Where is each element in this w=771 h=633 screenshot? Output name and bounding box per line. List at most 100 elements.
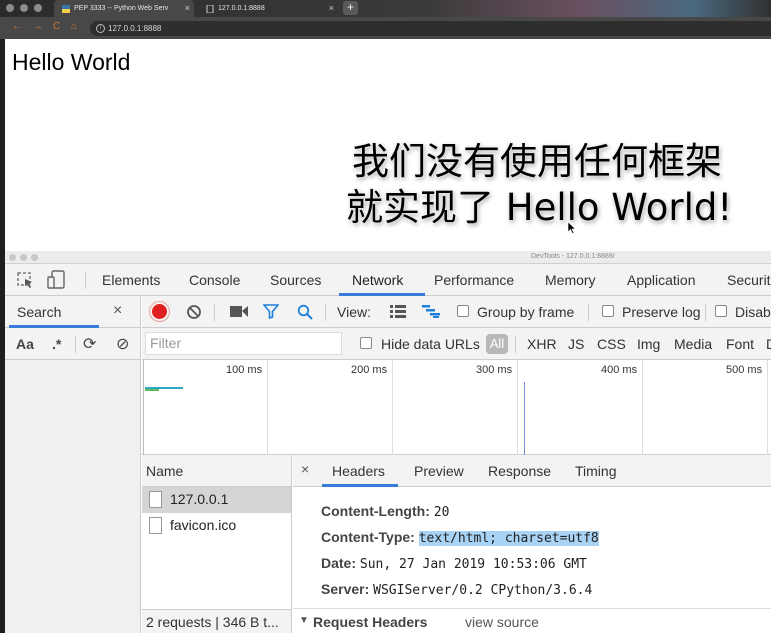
name-column-label: Name: [146, 463, 184, 479]
search-icon[interactable]: [297, 304, 313, 320]
search-tab[interactable]: Search: [17, 304, 61, 320]
header-value: WSGIServer/0.2 CPython/3.6.4: [373, 583, 593, 598]
window-close-button[interactable]: [6, 4, 14, 12]
device-toolbar-icon[interactable]: [47, 270, 67, 290]
toolbar-divider: [705, 304, 706, 321]
filter-type-all[interactable]: All: [486, 334, 508, 354]
toolbar-divider: [325, 304, 326, 321]
request-headers-title[interactable]: Request Headers: [313, 614, 427, 630]
network-overview-timeline[interactable]: 100 ms 200 ms 300 ms 400 ms 500 ms: [142, 360, 771, 455]
filter-funnel-icon[interactable]: [263, 304, 279, 319]
video-subtitle-line-2: 就实现了 Hello World!: [346, 186, 733, 229]
filter-input[interactable]: Filter: [145, 332, 342, 355]
request-row[interactable]: 127.0.0.1: [142, 487, 291, 513]
timeline-tick-label: 100 ms: [226, 364, 263, 376]
address-bar[interactable]: i 127.0.0.1:8888: [90, 21, 771, 36]
filter-type-font[interactable]: Font: [726, 336, 754, 352]
browser-tab-pep3333[interactable]: PEP 3333 -- Python Web Serv ×: [54, 0, 194, 17]
devtools-zoom-button[interactable]: [31, 254, 38, 261]
browser-toolbar: ← → C ⌂ i 127.0.0.1:8888: [0, 17, 771, 39]
disable-cache-checkbox[interactable]: [715, 305, 727, 317]
screenshot-camera-icon[interactable]: [230, 305, 248, 318]
network-summary: 2 requests | 346 B t...: [142, 609, 291, 633]
header-name: Server:: [321, 581, 370, 597]
inspect-element-icon[interactable]: [17, 272, 34, 289]
filter-type-doc[interactable]: D: [766, 336, 771, 352]
refresh-icon[interactable]: ⟳: [83, 334, 96, 354]
view-source-link[interactable]: view source: [465, 614, 539, 630]
group-by-frame-checkbox[interactable]: [457, 305, 469, 317]
close-tab-icon[interactable]: ×: [185, 3, 190, 13]
timeline-tick-label: 200 ms: [351, 364, 388, 376]
devtools-window: DevTools - 127.0.0.1:8888/ Elements Cons…: [5, 251, 771, 633]
back-arrow-icon[interactable]: ←: [12, 21, 22, 32]
request-headers-section[interactable]: ▼ Request Headers view source: [293, 608, 771, 633]
close-tab-icon[interactable]: ×: [329, 3, 334, 13]
regex-button[interactable]: .*: [52, 336, 61, 352]
request-row[interactable]: favicon.ico: [142, 513, 291, 539]
tab-title: 127.0.0.1:8888: [218, 5, 265, 12]
search-pane: Search × Aa .* ⟳ ⊘: [5, 296, 141, 633]
network-toolbar: View: Group by frame Preserve log Disabl: [142, 296, 771, 328]
filter-type-img[interactable]: Img: [637, 336, 660, 352]
tab-memory[interactable]: Memory: [545, 272, 596, 288]
tab-headers[interactable]: Headers: [332, 463, 385, 479]
devtools-close-button[interactable]: [9, 254, 16, 261]
tab-preview[interactable]: Preview: [414, 463, 464, 479]
selected-detail-tab-indicator: [322, 484, 398, 487]
header-value-selected: text/html; charset=utf8: [418, 531, 599, 546]
reload-icon[interactable]: C: [53, 21, 60, 32]
timeline-tick-label: 300 ms: [476, 364, 513, 376]
waterfall-overview-icon[interactable]: [422, 305, 440, 318]
tab-application[interactable]: Application: [627, 272, 696, 288]
record-button[interactable]: [152, 304, 167, 319]
match-case-button[interactable]: Aa: [16, 336, 34, 352]
tab-console[interactable]: Console: [189, 272, 240, 288]
toolbar-divider: [588, 304, 589, 321]
filter-type-js[interactable]: JS: [568, 336, 584, 352]
new-tab-button[interactable]: +: [343, 1, 358, 15]
preserve-log-checkbox[interactable]: [602, 305, 614, 317]
filter-type-xhr[interactable]: XHR: [527, 336, 557, 352]
devtools-minimize-button[interactable]: [20, 254, 27, 261]
collapse-triangle-icon[interactable]: ▼: [299, 615, 309, 626]
home-icon[interactable]: ⌂: [71, 21, 77, 32]
filter-type-media[interactable]: Media: [674, 336, 712, 352]
hide-data-urls-checkbox[interactable]: [360, 337, 372, 349]
large-rows-icon[interactable]: [390, 305, 406, 318]
tab-sources[interactable]: Sources: [270, 272, 321, 288]
preserve-log-label: Preserve log: [622, 304, 701, 320]
timeline-gridline: [642, 360, 643, 455]
tab-response[interactable]: Response: [488, 463, 551, 479]
toolbar-divider: [85, 272, 86, 289]
window-minimize-button[interactable]: [20, 4, 28, 12]
view-label: View:: [337, 304, 371, 320]
close-search-icon[interactable]: ×: [113, 302, 122, 320]
devtools-title: DevTools - 127.0.0.1:8888/: [531, 253, 615, 260]
tab-elements[interactable]: Elements: [102, 272, 160, 288]
tab-network[interactable]: Network: [352, 272, 403, 288]
close-detail-icon[interactable]: ×: [301, 461, 309, 477]
response-header-row: Server: WSGIServer/0.2 CPython/3.6.4: [321, 581, 592, 598]
info-icon[interactable]: i: [96, 24, 105, 33]
forward-arrow-icon[interactable]: →: [33, 21, 43, 32]
clear-icon[interactable]: ⊘: [116, 334, 129, 354]
tab-performance[interactable]: Performance: [434, 272, 514, 288]
name-column-header[interactable]: Name: [142, 455, 291, 487]
page-viewport: Hello World 我们没有使用任何框架 就实现了 Hello World!: [5, 39, 771, 251]
window-zoom-button[interactable]: [34, 4, 42, 12]
clear-log-icon[interactable]: [186, 304, 202, 320]
request-timing-bar: [145, 389, 159, 391]
detail-tabs: × Headers Preview Response Timing: [293, 455, 771, 487]
filter-type-css[interactable]: CSS: [597, 336, 626, 352]
header-name: Content-Length:: [321, 503, 430, 519]
toolbar-divider: [75, 336, 76, 353]
document-favicon-icon: [206, 4, 214, 13]
tab-timing[interactable]: Timing: [575, 463, 617, 479]
hide-data-urls-label: Hide data URLs: [381, 336, 480, 352]
timeline-tick-label: 500 ms: [726, 364, 763, 376]
browser-tab-localhost[interactable]: 127.0.0.1:8888 ×: [198, 0, 338, 17]
response-header-row: Date: Sun, 27 Jan 2019 10:53:06 GMT: [321, 555, 587, 572]
tab-security[interactable]: Securit: [727, 272, 771, 288]
search-header: Search ×: [5, 296, 140, 328]
